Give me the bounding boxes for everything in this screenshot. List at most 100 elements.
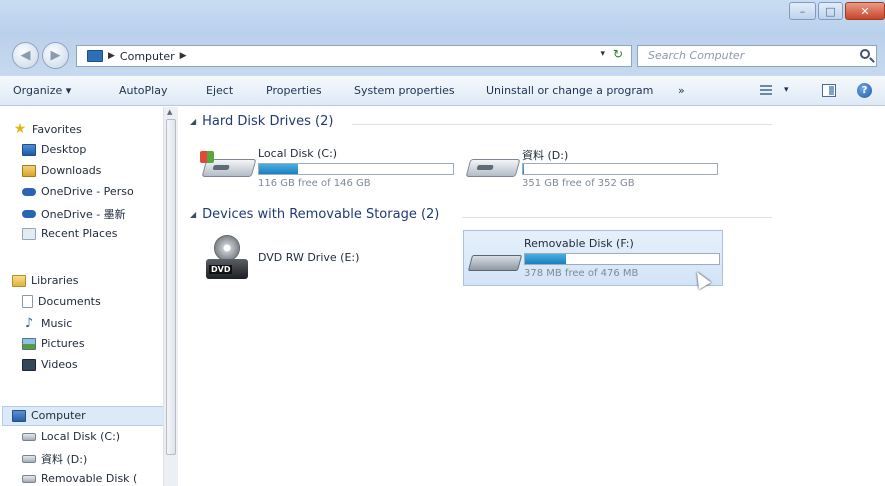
- nav-label: Removable Disk (: [41, 472, 138, 485]
- organize-button[interactable]: Organize ▾: [13, 84, 71, 97]
- system-properties-button[interactable]: System properties: [354, 84, 455, 97]
- chevron-down-icon[interactable]: ▾: [600, 49, 605, 59]
- group-title: Hard Disk Drives (2): [202, 114, 334, 129]
- nav-scrollbar[interactable]: ▲: [163, 107, 178, 486]
- capacity-fill: [259, 164, 298, 174]
- properties-button[interactable]: Properties: [266, 84, 322, 97]
- nav-documents[interactable]: Documents: [22, 295, 174, 308]
- drive-name: DVD RW Drive (E:): [258, 251, 360, 264]
- uninstall-program-button[interactable]: Uninstall or change a program: [486, 84, 653, 97]
- nav-favorites[interactable]: ★ Favorites: [12, 121, 164, 137]
- nav-removable-disk[interactable]: Removable Disk (: [22, 472, 174, 485]
- nav-data-drive[interactable]: 資料 (D:): [22, 451, 174, 467]
- chevron-right-icon[interactable]: ▶: [180, 51, 187, 61]
- forward-button[interactable]: ▶: [42, 42, 69, 69]
- group-divider: [462, 217, 772, 218]
- group-removable-storage[interactable]: ◢ Devices with Removable Storage (2): [190, 207, 439, 222]
- windows-logo-icon: [200, 151, 214, 163]
- navigation-pane: ★ Favorites Desktop Downloads OneDrive -…: [0, 107, 178, 486]
- nav-label: Music: [41, 317, 73, 330]
- drive-tile-e[interactable]: DVD DVD RW Drive (E:): [198, 233, 458, 289]
- chevron-right-icon[interactable]: ▶: [108, 51, 115, 61]
- more-commands-button[interactable]: »: [678, 84, 685, 97]
- nav-label: OneDrive - Perso: [41, 185, 134, 198]
- cloud-icon: [22, 187, 36, 196]
- refresh-icon[interactable]: ↻: [609, 47, 627, 65]
- capacity-bar: [524, 253, 720, 265]
- view-options-icon[interactable]: [760, 85, 772, 97]
- nav-pictures[interactable]: Pictures: [22, 337, 174, 350]
- computer-icon: [87, 50, 103, 62]
- nav-onedrive-personal[interactable]: OneDrive - Perso: [22, 185, 174, 198]
- collapse-arrow-icon[interactable]: ◢: [190, 210, 196, 219]
- chevron-down-icon[interactable]: ▾: [784, 85, 789, 95]
- hard-drive-icon: [465, 159, 521, 177]
- drive-icon: [22, 432, 36, 441]
- dvd-badge: DVD: [209, 265, 233, 274]
- capacity-fill: [525, 254, 566, 264]
- nav-downloads[interactable]: Downloads: [22, 164, 174, 177]
- search-icon[interactable]: [860, 49, 870, 59]
- autoplay-button[interactable]: AutoPlay: [119, 84, 167, 97]
- nav-label: Documents: [38, 295, 101, 308]
- drive-tile-c[interactable]: Local Disk (C:) 116 GB free of 146 GB: [198, 141, 458, 197]
- document-icon: [22, 295, 33, 308]
- recent-places-icon: [22, 227, 36, 240]
- nav-label: OneDrive - 墨新: [41, 208, 126, 221]
- free-space-text: 116 GB free of 146 GB: [258, 178, 371, 189]
- scrollbar-thumb[interactable]: [166, 119, 176, 455]
- nav-videos[interactable]: Videos: [22, 358, 174, 371]
- address-bar[interactable]: ▶ Computer ▶ ▾ ↻: [76, 45, 632, 67]
- help-icon[interactable]: ?: [857, 83, 872, 98]
- nav-label: Downloads: [41, 164, 102, 177]
- drive-name: 資料 (D:): [522, 149, 569, 162]
- group-hard-disk-drives[interactable]: ◢ Hard Disk Drives (2): [190, 114, 333, 129]
- scroll-up-icon[interactable]: ▲: [167, 108, 172, 116]
- dvd-body: DVD: [206, 259, 248, 279]
- nav-computer[interactable]: Computer: [12, 409, 164, 422]
- breadcrumb-computer[interactable]: Computer: [120, 50, 175, 63]
- minimize-button[interactable]: –: [789, 2, 816, 20]
- title-bar: – □ ✕: [0, 0, 885, 36]
- nav-music[interactable]: ♪ Music: [22, 316, 174, 331]
- group-title: Devices with Removable Storage (2): [202, 207, 440, 222]
- back-button[interactable]: ◀: [12, 42, 39, 69]
- nav-libraries[interactable]: Libraries: [12, 274, 164, 287]
- nav-onedrive-other[interactable]: OneDrive - 墨新: [22, 206, 174, 222]
- drive-tile-d[interactable]: 資料 (D:) 351 GB free of 352 GB: [462, 141, 722, 197]
- drive-name: Removable Disk (F:): [524, 237, 634, 250]
- nav-label: Pictures: [41, 337, 85, 350]
- maximize-button[interactable]: □: [818, 2, 843, 20]
- free-space-text: 378 MB free of 476 MB: [524, 268, 639, 279]
- desktop-icon: [22, 143, 36, 156]
- capacity-bar: [258, 163, 454, 175]
- collapse-arrow-icon[interactable]: ◢: [190, 117, 196, 126]
- nav-recent-places[interactable]: Recent Places: [22, 227, 174, 240]
- nav-label: Recent Places: [41, 227, 118, 240]
- music-icon: ♪: [24, 316, 34, 331]
- drive-tile-f[interactable]: Removable Disk (F:) 378 MB free of 476 M…: [463, 230, 723, 286]
- search-input[interactable]: Search Computer: [637, 45, 877, 67]
- drive-icon: [22, 455, 36, 463]
- eject-button[interactable]: Eject: [206, 84, 233, 97]
- removable-drive-icon: [467, 255, 523, 271]
- disc-icon: [214, 235, 240, 261]
- address-row: ◀ ▶ ▶ Computer ▶ ▾ ↻ Search Computer: [0, 36, 885, 76]
- drive-name: Local Disk (C:): [258, 147, 338, 160]
- dvd-drive-icon: DVD: [206, 235, 248, 283]
- nav-local-disk[interactable]: Local Disk (C:): [22, 430, 174, 443]
- library-icon: [12, 274, 26, 287]
- capacity-bar: [522, 163, 718, 175]
- cloud-icon: [22, 210, 36, 218]
- close-button[interactable]: ✕: [845, 2, 885, 20]
- downloads-icon: [22, 164, 36, 177]
- nav-label: 資料 (D:): [41, 453, 88, 466]
- nav-label: Computer: [31, 409, 86, 422]
- nav-label: Favorites: [32, 122, 82, 136]
- group-divider: [352, 124, 772, 125]
- preview-pane-icon[interactable]: [822, 84, 836, 97]
- search-placeholder: Search Computer: [648, 49, 745, 62]
- nav-desktop[interactable]: Desktop: [22, 143, 174, 156]
- capacity-fill: [523, 164, 524, 174]
- free-space-text: 351 GB free of 352 GB: [522, 178, 635, 189]
